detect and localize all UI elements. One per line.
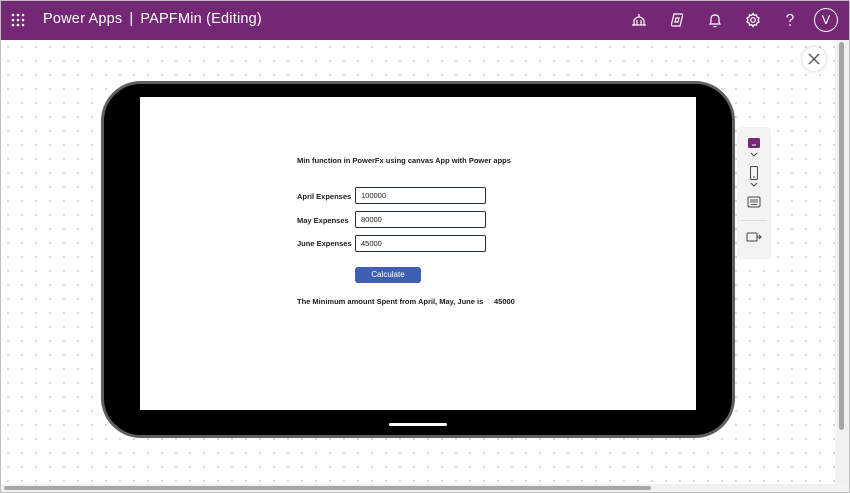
- june-expenses-label: June Expenses: [297, 239, 352, 248]
- home-indicator: [389, 423, 447, 426]
- may-expenses-input[interactable]: 80000: [355, 211, 486, 228]
- horizontal-scrollbar[interactable]: [0, 484, 837, 493]
- notifications-icon[interactable]: [706, 11, 724, 29]
- vertical-scrollbar-thumb[interactable]: [839, 42, 844, 430]
- app-screen: Min function in PowerFx using canvas App…: [140, 97, 696, 410]
- app-header: Power Apps | PAPFMin (Editing) V: [0, 0, 850, 40]
- may-expenses-label: May Expenses: [297, 216, 349, 225]
- window-title: Power Apps | PAPFMin (Editing): [43, 11, 262, 27]
- phone-icon[interactable]: [749, 166, 759, 180]
- copilot-icon[interactable]: [668, 11, 686, 29]
- horizontal-scrollbar-thumb[interactable]: [4, 486, 651, 490]
- settings-icon[interactable]: [744, 11, 762, 29]
- document-title: PAPFMin (Editing): [140, 11, 262, 27]
- preview-exit-icon[interactable]: [746, 231, 762, 243]
- vertical-scrollbar[interactable]: [837, 40, 850, 484]
- screen-color-icon[interactable]: [747, 137, 761, 149]
- calculate-button[interactable]: Calculate: [355, 267, 421, 283]
- chevron-down-icon[interactable]: [750, 182, 758, 188]
- result-label: The Minimum amount Spent from April, May…: [297, 297, 484, 306]
- app-title-label: Min function in PowerFx using canvas App…: [297, 156, 511, 165]
- user-avatar[interactable]: V: [814, 8, 838, 32]
- june-expenses-input[interactable]: 45000: [355, 235, 486, 252]
- app-name[interactable]: Power Apps: [43, 11, 122, 27]
- april-expenses-input[interactable]: 100000: [355, 187, 486, 204]
- close-icon: [808, 53, 820, 65]
- side-panel-divider: [741, 220, 767, 221]
- result-value: 45000: [494, 297, 515, 306]
- title-separator: |: [129, 11, 134, 27]
- chevron-down-icon[interactable]: [750, 152, 758, 158]
- preview-side-panel: [737, 127, 771, 259]
- close-preview-button[interactable]: [802, 47, 826, 71]
- environment-icon[interactable]: [630, 11, 648, 29]
- help-icon[interactable]: [781, 11, 799, 29]
- keyboard-icon[interactable]: [747, 196, 761, 208]
- april-expenses-label: April Expenses: [297, 192, 352, 201]
- app-launcher-icon[interactable]: [11, 13, 25, 27]
